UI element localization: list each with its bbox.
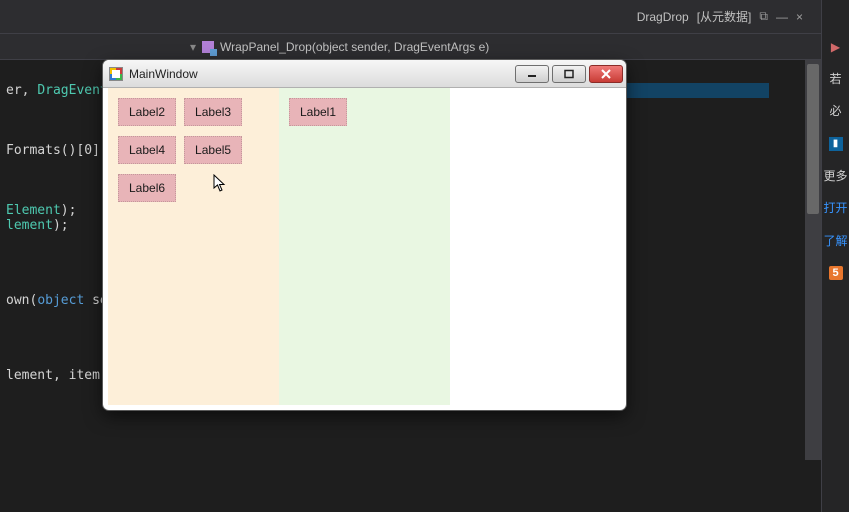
app-title: MainWindow [129,67,198,81]
wrap-panel-2[interactable]: Label1 [279,88,450,405]
pin-icon[interactable]: ⧉ [759,9,768,24]
app-icon [109,67,123,81]
project-name-area: DragDrop [从元数据] ⧉ — × [637,8,815,25]
sidebar-link-learn[interactable]: 了解 [823,234,847,248]
wrap-panel-1[interactable]: Label2 Label3 Label4 Label5 Label6 [108,88,279,405]
project-name: DragDrop [637,10,689,24]
draggable-label[interactable]: Label4 [118,136,176,164]
code-line: Element); [6,203,76,218]
draggable-label[interactable]: Label3 [184,98,242,126]
sidebar-text-0: 若 [829,72,841,86]
code-line: lement); [6,218,69,233]
close-button[interactable] [589,65,623,83]
editor-scrollbar[interactable] [805,60,821,460]
project-suffix: [从元数据] [697,8,752,25]
breadcrumb-method[interactable]: WrapPanel_Drop(object sender, DragEventA… [220,40,489,54]
chevron-down-icon[interactable]: ▾ [190,40,196,54]
code-line: Formats()[0]); [6,143,116,158]
app-client-area: Label2 Label3 Label4 Label5 Label6 Label1 [108,88,621,405]
scrollbar-thumb[interactable] [807,64,819,214]
pause-icon[interactable]: ▮ [829,137,843,151]
right-tool-strip: ▶ 若 必 ▮ 更多 打开 了解 5 [821,0,849,512]
sidebar-text-3: 更多 [823,169,847,183]
ide-titlebar: DragDrop [从元数据] ⧉ — × Inte [0,0,849,34]
wrap-panel-3[interactable] [450,88,621,405]
maximize-button[interactable] [552,65,586,83]
app-titlebar[interactable]: MainWindow [103,60,626,88]
breadcrumb: ▾ WrapPanel_Drop(object sender, DragEven… [0,34,849,60]
sidebar-link-open[interactable]: 打开 [823,201,847,215]
draggable-label[interactable]: Label2 [118,98,176,126]
tab-minimize-icon[interactable]: — [776,10,788,24]
draggable-label[interactable]: Label1 [289,98,347,126]
play-icon[interactable]: ▶ [829,40,843,54]
tab-close-icon[interactable]: × [796,10,803,24]
minimize-button[interactable] [515,65,549,83]
method-icon [202,41,214,53]
sidebar-text-1: 必 [829,104,841,118]
app-window: MainWindow Label2Label3Label4Label5Label… [103,60,626,410]
html5-icon[interactable]: 5 [829,266,843,280]
draggable-label[interactable]: Label5 [184,136,242,164]
draggable-label[interactable]: Label6 [118,174,176,202]
